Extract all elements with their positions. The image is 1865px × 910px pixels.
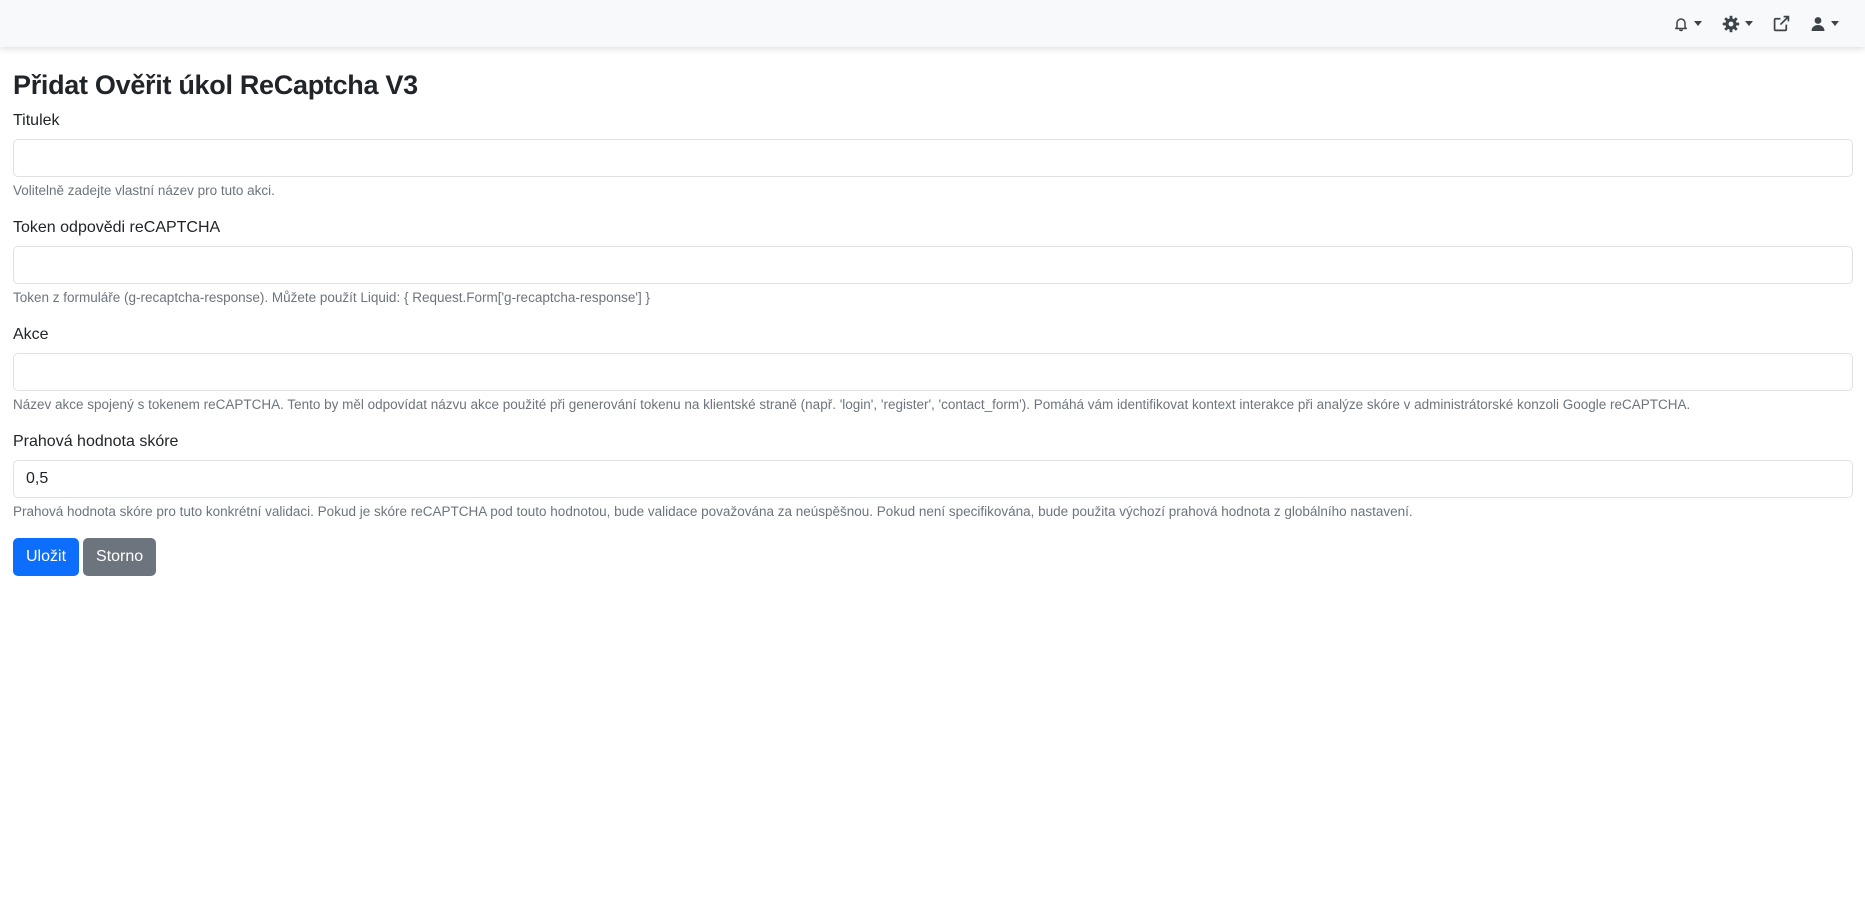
bell-icon [1675,17,1687,31]
threshold-help-text: Prahová hodnota skóre pro tuto konkrétní… [13,504,1413,519]
token-field-group: Token odpovědi reCAPTCHA Token z formulá… [13,218,1853,307]
title-help-text: Volitelně zadejte vlastní název pro tuto… [13,183,275,198]
gear-icon [1722,15,1740,32]
action-help-text: Název akce spojený s tokenem reCAPTCHA. … [13,397,1691,412]
form-actions: Uložit Storno [13,538,1853,576]
page-title: Přidat Ověřit úkol ReCaptcha V3 [13,70,418,100]
chevron-down-icon [1745,21,1753,26]
token-help-text: Token z formuláře (g-recaptcha-response)… [13,290,650,305]
token-input[interactable] [13,246,1853,284]
chevron-down-icon [1694,21,1702,26]
external-link-icon [1773,15,1790,32]
settings-dropdown[interactable] [1712,4,1763,44]
open-external-button[interactable] [1763,4,1800,44]
top-navbar [0,0,1865,47]
cancel-button[interactable]: Storno [83,538,157,576]
title-input[interactable] [13,139,1853,177]
token-label: Token odpovědi reCAPTCHA [13,219,221,236]
threshold-label: Prahová hodnota skóre [13,433,179,450]
user-menu-dropdown[interactable] [1800,4,1849,44]
main-content: Přidat Ověřit úkol ReCaptcha V3 Titulek … [13,68,1853,576]
threshold-input[interactable] [13,460,1853,498]
action-label: Akce [13,326,49,343]
action-field-group: Akce Název akce spojený s tokenem reCAPT… [13,325,1853,414]
chevron-down-icon [1831,21,1839,26]
user-icon [1811,16,1825,31]
action-input[interactable] [13,353,1853,391]
title-field-group: Titulek Volitelně zadejte vlastní název … [13,111,1853,200]
notifications-dropdown[interactable] [1663,4,1712,44]
threshold-field-group: Prahová hodnota skóre Prahová hodnota sk… [13,432,1853,521]
save-button[interactable]: Uložit [13,538,80,576]
title-label: Titulek [13,112,60,129]
